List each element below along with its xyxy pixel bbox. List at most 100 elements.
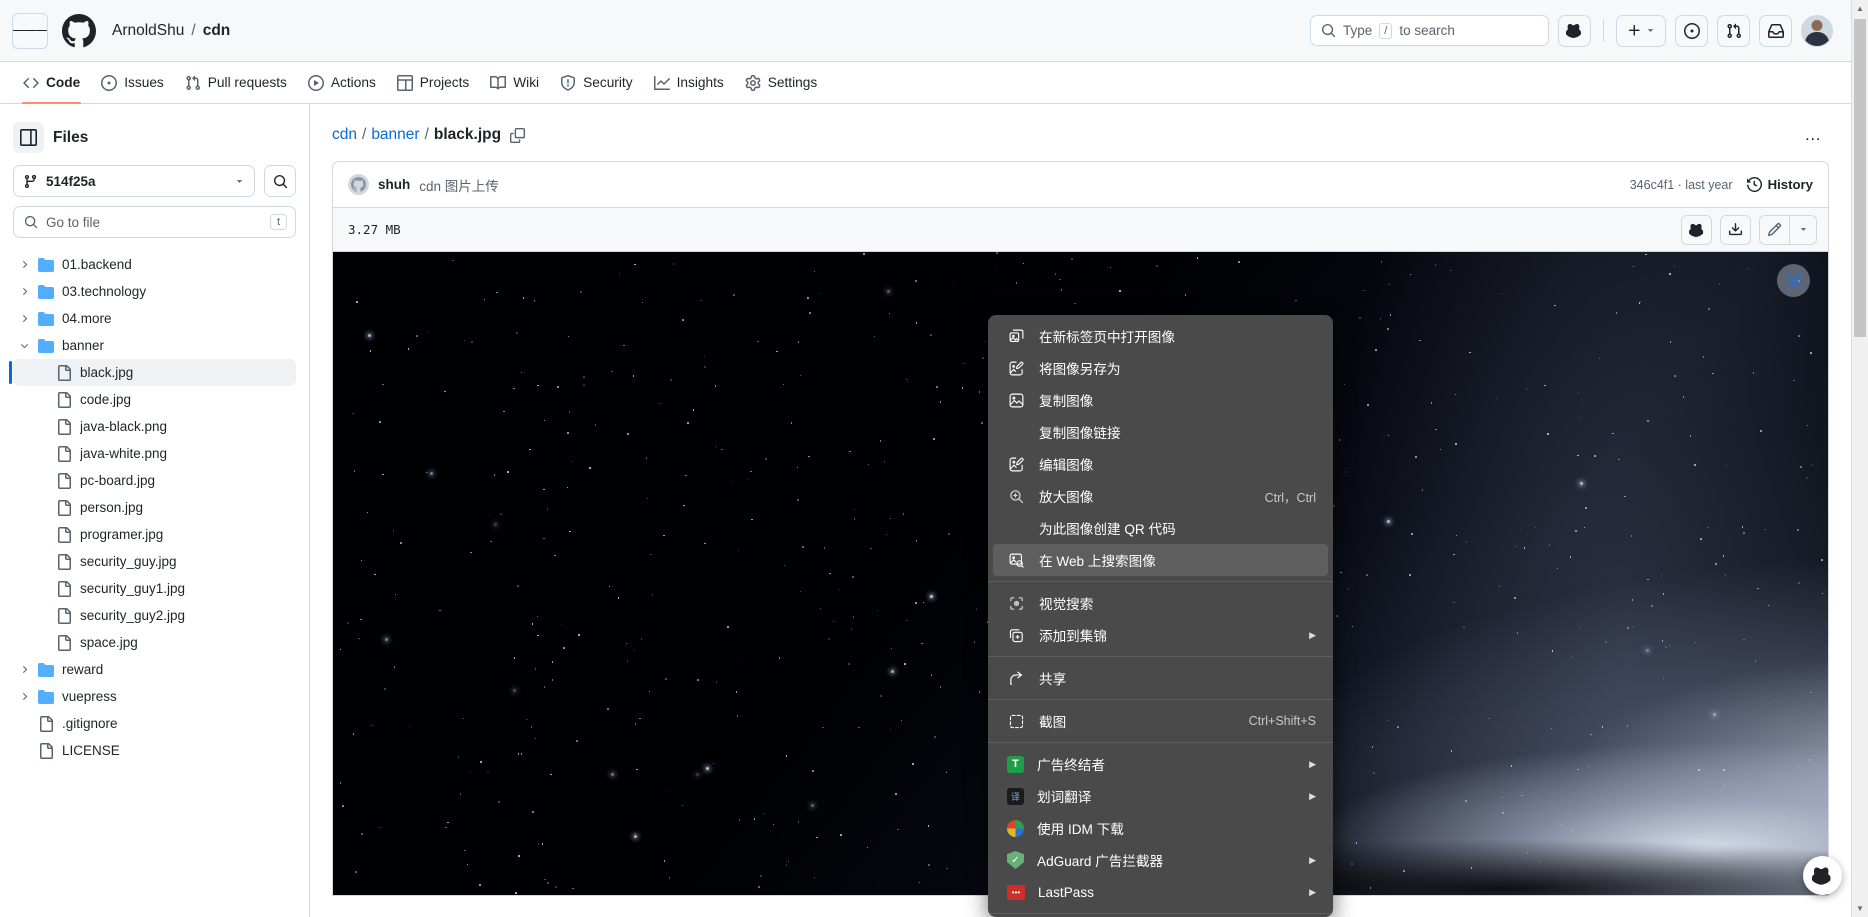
tree-folder-banner[interactable]: banner xyxy=(13,332,296,359)
context-menu-item[interactable]: 将图像另存为 xyxy=(993,352,1328,384)
context-menu-item[interactable]: 在 Web 上搜索图像 xyxy=(993,544,1328,576)
more-options-button[interactable]: … xyxy=(1798,120,1829,151)
chevron-right-icon[interactable] xyxy=(17,664,31,675)
branch-selector[interactable]: 514f25a xyxy=(13,165,255,197)
tree-file--gitignore[interactable]: .gitignore xyxy=(13,710,296,737)
copilot-icon[interactable] xyxy=(1558,14,1591,47)
copy-image-icon xyxy=(1007,391,1026,410)
context-menu-item[interactable]: AdGuard 广告拦截器 ▶ xyxy=(993,844,1328,876)
file-icon xyxy=(56,472,73,489)
copilot-fab-button[interactable] xyxy=(1803,856,1842,895)
tab-security[interactable]: Security xyxy=(551,66,641,99)
tree-folder-03-technology[interactable]: 03.technology xyxy=(13,278,296,305)
tree-item-label: 03.technology xyxy=(62,284,147,299)
context-menu-item[interactable]: LastPass ▶ xyxy=(993,876,1328,908)
tree-file-person-jpg[interactable]: person.jpg xyxy=(13,494,296,521)
tab-issues[interactable]: Issues xyxy=(92,66,173,99)
tab-pull-requests[interactable]: Pull requests xyxy=(176,66,296,99)
context-menu-item[interactable]: 共享 xyxy=(993,662,1328,694)
context-menu-separator xyxy=(988,742,1333,743)
tree-file-java-black-png[interactable]: java-black.png xyxy=(13,413,296,440)
go-to-file-input[interactable]: Go to file t xyxy=(13,206,296,238)
create-new-button[interactable] xyxy=(1616,14,1666,47)
context-menu-item[interactable]: 复制图像链接 xyxy=(993,416,1328,448)
context-menu-item[interactable]: 放大图像 Ctrl，Ctrl xyxy=(993,480,1328,512)
context-menu-item[interactable]: 复制图像 xyxy=(993,384,1328,416)
tree-file-security-guy2-jpg[interactable]: security_guy2.jpg xyxy=(13,602,296,629)
edit-pencil-icon[interactable] xyxy=(1759,214,1790,245)
scrollbar-thumb[interactable] xyxy=(1854,19,1866,337)
breadcrumb-owner[interactable]: ArnoldShu xyxy=(112,22,184,40)
visual-search-icon[interactable] xyxy=(1777,264,1810,297)
context-menu-item[interactable]: 广告终结者 ▶ xyxy=(993,748,1328,780)
github-logo-icon[interactable] xyxy=(62,13,96,48)
breadcrumb: ArnoldShu / cdn xyxy=(112,22,230,40)
context-menu-item[interactable]: 划词翻译 ▶ xyxy=(993,780,1328,812)
tree-file-java-white-png[interactable]: java-white.png xyxy=(13,440,296,467)
tree-folder-04-more[interactable]: 04.more xyxy=(13,305,296,332)
pull-request-icon[interactable] xyxy=(1717,14,1750,47)
copilot-icon[interactable] xyxy=(1681,214,1712,245)
tree-folder-reward[interactable]: reward xyxy=(13,656,296,683)
chevron-down-icon[interactable] xyxy=(17,340,31,351)
tree-file-security-guy1-jpg[interactable]: security_guy1.jpg xyxy=(13,575,296,602)
gear-icon xyxy=(745,74,761,91)
tree-file-code-jpg[interactable]: code.jpg xyxy=(13,386,296,413)
tab-insights[interactable]: Insights xyxy=(645,66,733,99)
edit-options-chevron-down-icon[interactable] xyxy=(1790,214,1817,245)
zoom-in-icon xyxy=(1007,487,1026,506)
commit-message[interactable]: cdn 图片上传 xyxy=(419,175,499,195)
hamburger-icon[interactable] xyxy=(12,12,48,49)
breadcrumb-repo-link[interactable]: cdn xyxy=(332,126,357,144)
search-input[interactable]: Type / to search xyxy=(1310,15,1549,46)
context-menu-item[interactable]: 在新标签页中打开图像 xyxy=(993,320,1328,352)
tree-folder-01-backend[interactable]: 01.backend xyxy=(13,251,296,278)
tree-file-license[interactable]: LICENSE xyxy=(13,737,296,764)
context-menu-item[interactable]: 使用 IDM 下载 xyxy=(993,812,1328,844)
tab-projects[interactable]: Projects xyxy=(388,66,478,99)
commit-author[interactable]: shuh xyxy=(378,177,410,192)
chevron-right-icon[interactable] xyxy=(17,313,31,324)
save-image-as-icon xyxy=(1007,359,1026,378)
context-menu-item[interactable]: 编辑图像 xyxy=(993,448,1328,480)
tree-file-pc-board-jpg[interactable]: pc-board.jpg xyxy=(13,467,296,494)
sidebar-toggle-icon[interactable] xyxy=(13,122,44,153)
context-menu-item[interactable]: 视觉搜索 xyxy=(993,587,1328,619)
avatar[interactable] xyxy=(1801,14,1833,47)
issues-icon[interactable] xyxy=(1675,14,1708,47)
context-menu-item[interactable]: 截图 Ctrl+Shift+S xyxy=(993,705,1328,737)
tab-actions[interactable]: Actions xyxy=(299,66,385,99)
go-to-file-placeholder: Go to file xyxy=(46,214,101,230)
chevron-right-icon[interactable] xyxy=(17,691,31,702)
tree-file-space-jpg[interactable]: space.jpg xyxy=(13,629,296,656)
tree-file-programer-jpg[interactable]: programer.jpg xyxy=(13,521,296,548)
copy-path-icon[interactable] xyxy=(510,127,526,143)
tab-code[interactable]: Code xyxy=(14,66,89,104)
breadcrumb-repo[interactable]: cdn xyxy=(203,22,231,40)
search-code-button[interactable] xyxy=(264,165,296,197)
tab-wiki[interactable]: Wiki xyxy=(481,66,548,99)
avatar[interactable] xyxy=(348,174,369,195)
page-scrollbar[interactable]: ▲ ▼ xyxy=(1851,0,1868,917)
tree-folder-vuepress[interactable]: vuepress xyxy=(13,683,296,710)
chevron-right-icon[interactable] xyxy=(17,286,31,297)
chevron-right-icon[interactable] xyxy=(17,259,31,270)
scroll-up-arrow-icon[interactable]: ▲ xyxy=(1852,0,1868,17)
inbox-icon[interactable] xyxy=(1759,14,1792,47)
context-menu-separator xyxy=(988,581,1333,582)
tab-settings[interactable]: Settings xyxy=(736,66,826,99)
file-icon xyxy=(56,526,73,543)
scroll-down-arrow-icon[interactable]: ▼ xyxy=(1852,900,1868,917)
download-icon[interactable] xyxy=(1720,214,1751,245)
context-menu-item-label: 编辑图像 xyxy=(1039,458,1094,473)
breadcrumb-folder-link[interactable]: banner xyxy=(371,126,419,144)
browser-context-menu[interactable]: 在新标签页中打开图像 将图像另存为 复制图像 复制图像链接编辑图像放大图像 Ctrl，C… xyxy=(988,315,1333,917)
tree-file-black-jpg[interactable]: black.jpg xyxy=(9,359,296,386)
commit-sha-time[interactable]: 346c4f1 · last year xyxy=(1630,178,1733,192)
file-tree-sidebar: Files 514f25a Go to file t 01.backend 03.… xyxy=(0,104,310,917)
context-menu-item[interactable]: 为此图像创建 QR 代码 xyxy=(993,512,1328,544)
context-menu-item[interactable]: 添加到集锦 ▶ xyxy=(993,619,1328,651)
tree-file-security-guy-jpg[interactable]: security_guy.jpg xyxy=(13,548,296,575)
history-button[interactable]: History xyxy=(1746,177,1813,192)
table-icon xyxy=(396,74,413,91)
